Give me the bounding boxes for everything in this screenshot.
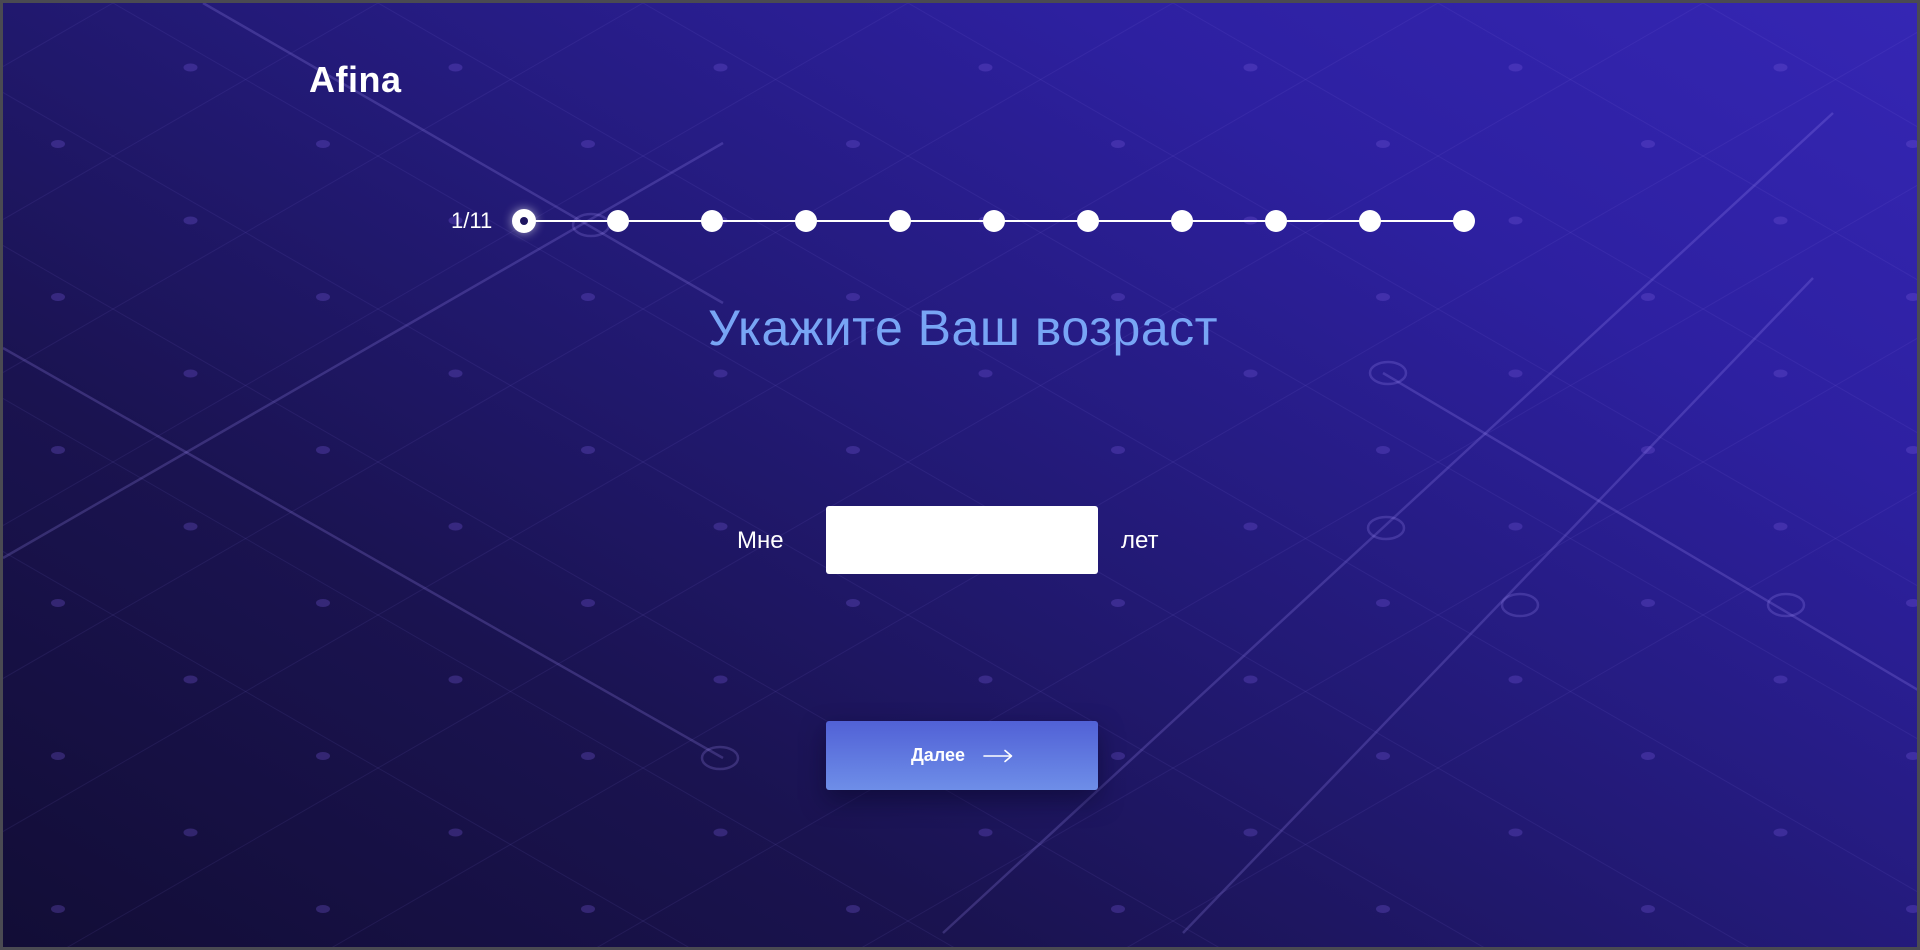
age-suffix-label: лет bbox=[1121, 527, 1159, 554]
progress-step-9 bbox=[1265, 210, 1287, 232]
page-frame: Afina 1/11 Укажите Ваш возраст Мне лет Д… bbox=[0, 0, 1920, 950]
progress-step-2 bbox=[607, 210, 629, 232]
progress-step-1 bbox=[512, 209, 536, 233]
progress-stepper: 1/11 bbox=[3, 3, 1917, 263]
step-counter: 1/11 bbox=[451, 208, 493, 233]
progress-step-11 bbox=[1453, 210, 1475, 232]
progress-step-4 bbox=[795, 210, 817, 232]
next-button-label: Далее bbox=[910, 745, 966, 765]
age-prefix-label: Мне bbox=[737, 527, 784, 554]
progress-step-6 bbox=[983, 210, 1005, 232]
progress-step-3 bbox=[701, 210, 723, 232]
question-title: Укажите Ваш возраст bbox=[707, 300, 1219, 356]
progress-step-10 bbox=[1359, 210, 1381, 232]
progress-step-7 bbox=[1077, 210, 1099, 232]
arrow-right-icon bbox=[983, 749, 1013, 762]
next-button[interactable]: Далее bbox=[826, 721, 1098, 790]
progress-step-8 bbox=[1171, 210, 1193, 232]
age-input[interactable] bbox=[826, 506, 1098, 574]
progress-step-5 bbox=[889, 210, 911, 232]
